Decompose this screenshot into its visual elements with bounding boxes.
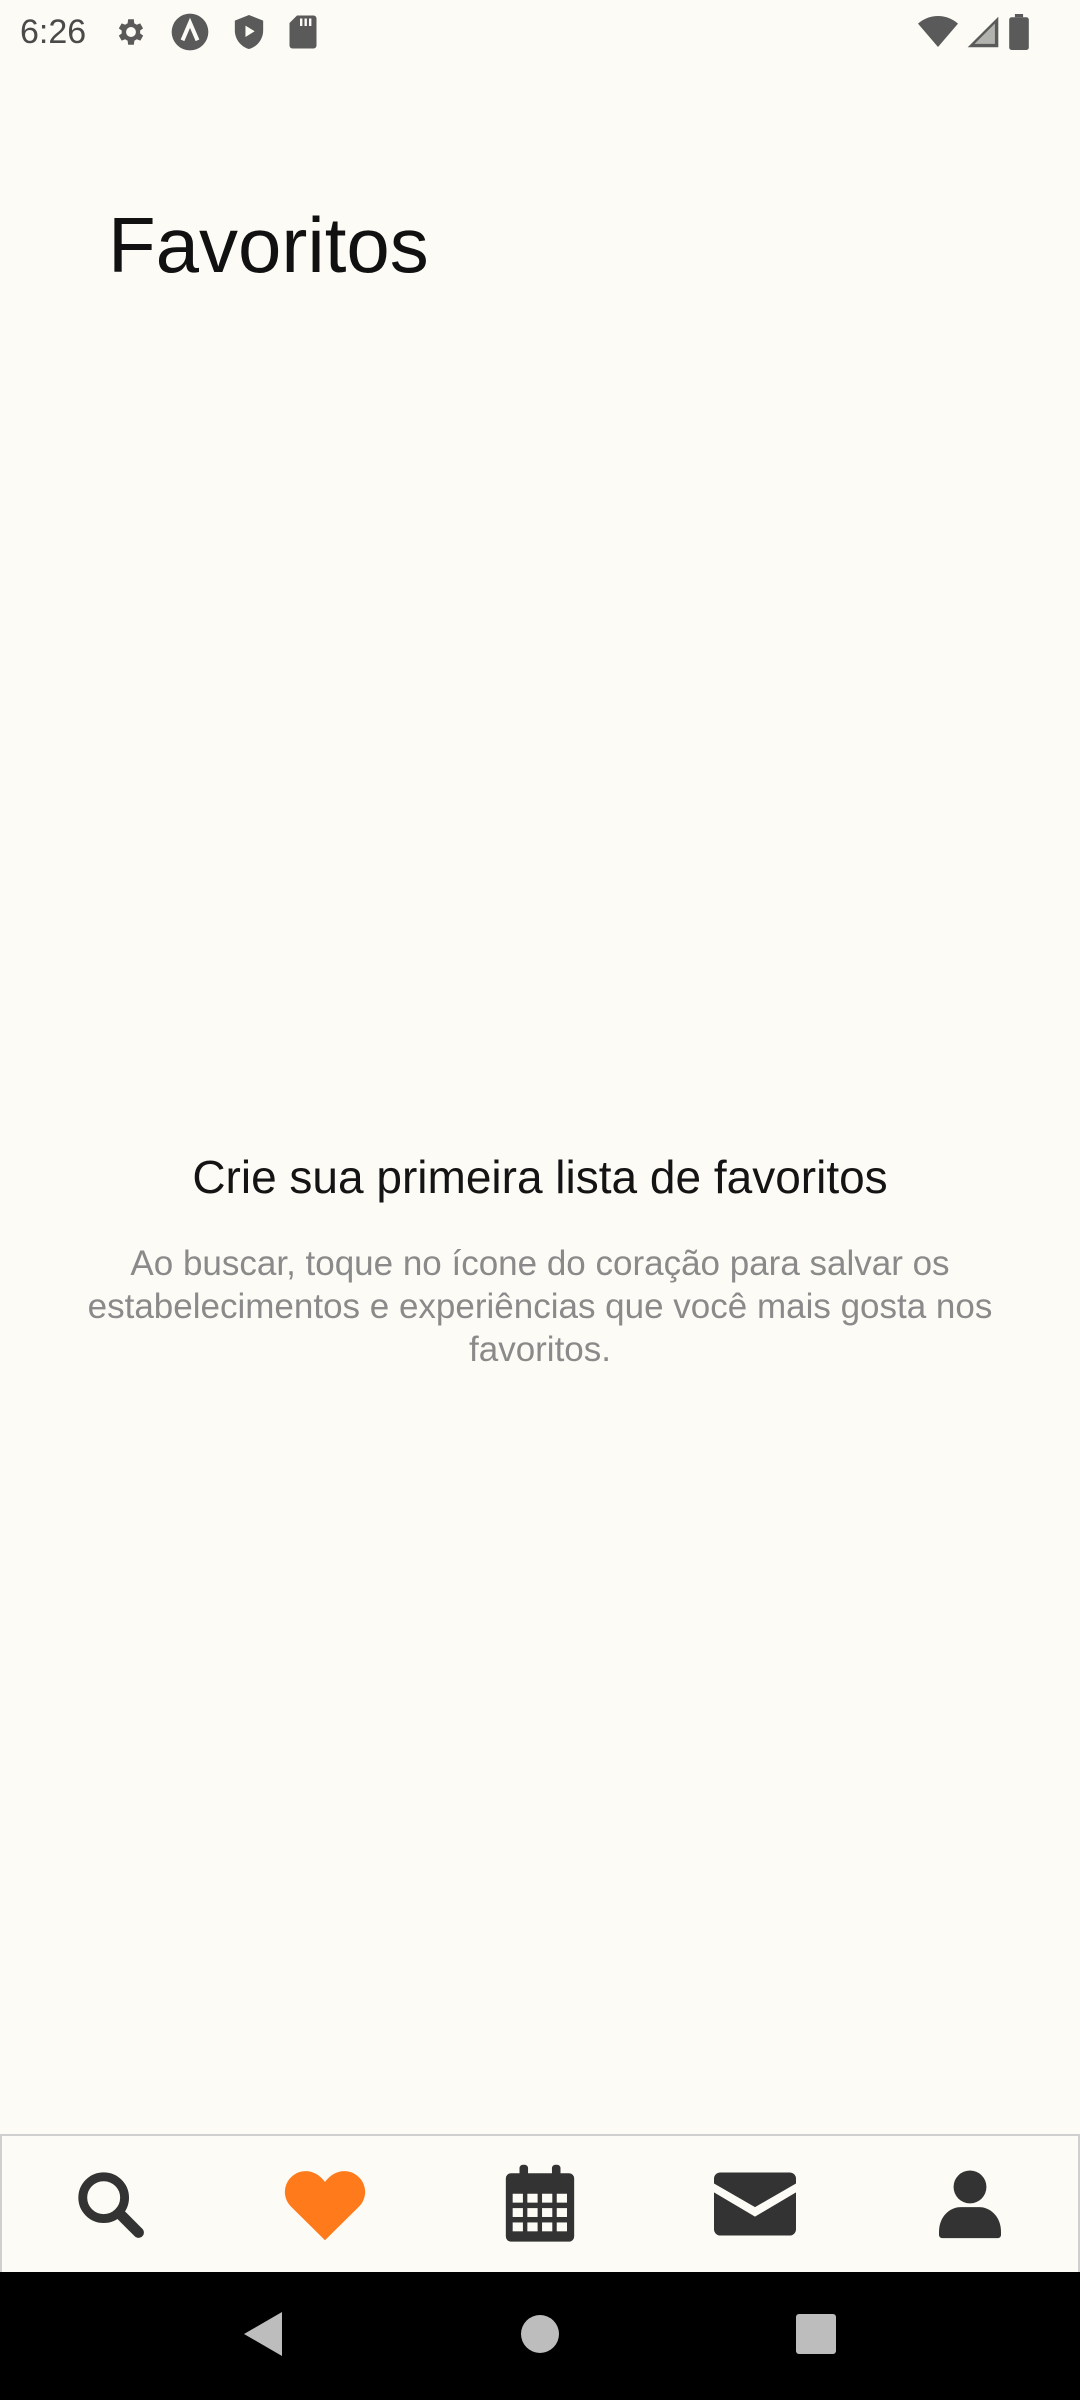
tab-messages[interactable] [675, 2144, 835, 2264]
heart-icon [283, 2166, 367, 2242]
gear-icon [114, 15, 148, 49]
sd-card-icon [288, 14, 318, 50]
page-title: Favoritos [108, 201, 429, 289]
system-nav-bar [0, 2272, 1080, 2400]
tab-calendar[interactable] [460, 2144, 620, 2264]
status-bar: 6:26 [0, 0, 1080, 64]
battery-icon [1008, 14, 1030, 50]
calendar-icon [502, 2163, 578, 2245]
nav-back-button[interactable] [224, 2296, 304, 2376]
status-icons-right [918, 14, 1030, 50]
empty-state-heading: Crie sua primeira lista de favoritos [192, 1151, 888, 1203]
status-icons-left [114, 12, 318, 52]
home-icon [521, 2314, 559, 2358]
status-time: 6:26 [20, 12, 87, 51]
empty-state-description: Ao buscar, toque no ícone do coração par… [87, 1244, 993, 1369]
empty-state: Crie sua primeira lista de favoritos Ao … [0, 1150, 1080, 1371]
recents-icon [796, 2313, 836, 2359]
tab-search[interactable] [30, 2144, 190, 2264]
nav-recents-button[interactable] [776, 2296, 856, 2376]
envelope-icon [714, 2172, 797, 2236]
a-icon [170, 12, 210, 52]
search-icon [72, 2166, 148, 2242]
signal-icon [966, 15, 1000, 49]
bottom-tab-bar [0, 2134, 1080, 2272]
nav-home-button[interactable] [500, 2296, 580, 2376]
screen: 6:26 Favoritos Crie sua primeira lista d… [0, 0, 1080, 2400]
back-icon [244, 2311, 284, 2361]
tab-favorites[interactable] [245, 2144, 405, 2264]
wifi-icon [918, 15, 958, 49]
tab-profile[interactable] [890, 2144, 1050, 2264]
shield-play-icon [232, 13, 266, 51]
user-icon [939, 2169, 1002, 2239]
